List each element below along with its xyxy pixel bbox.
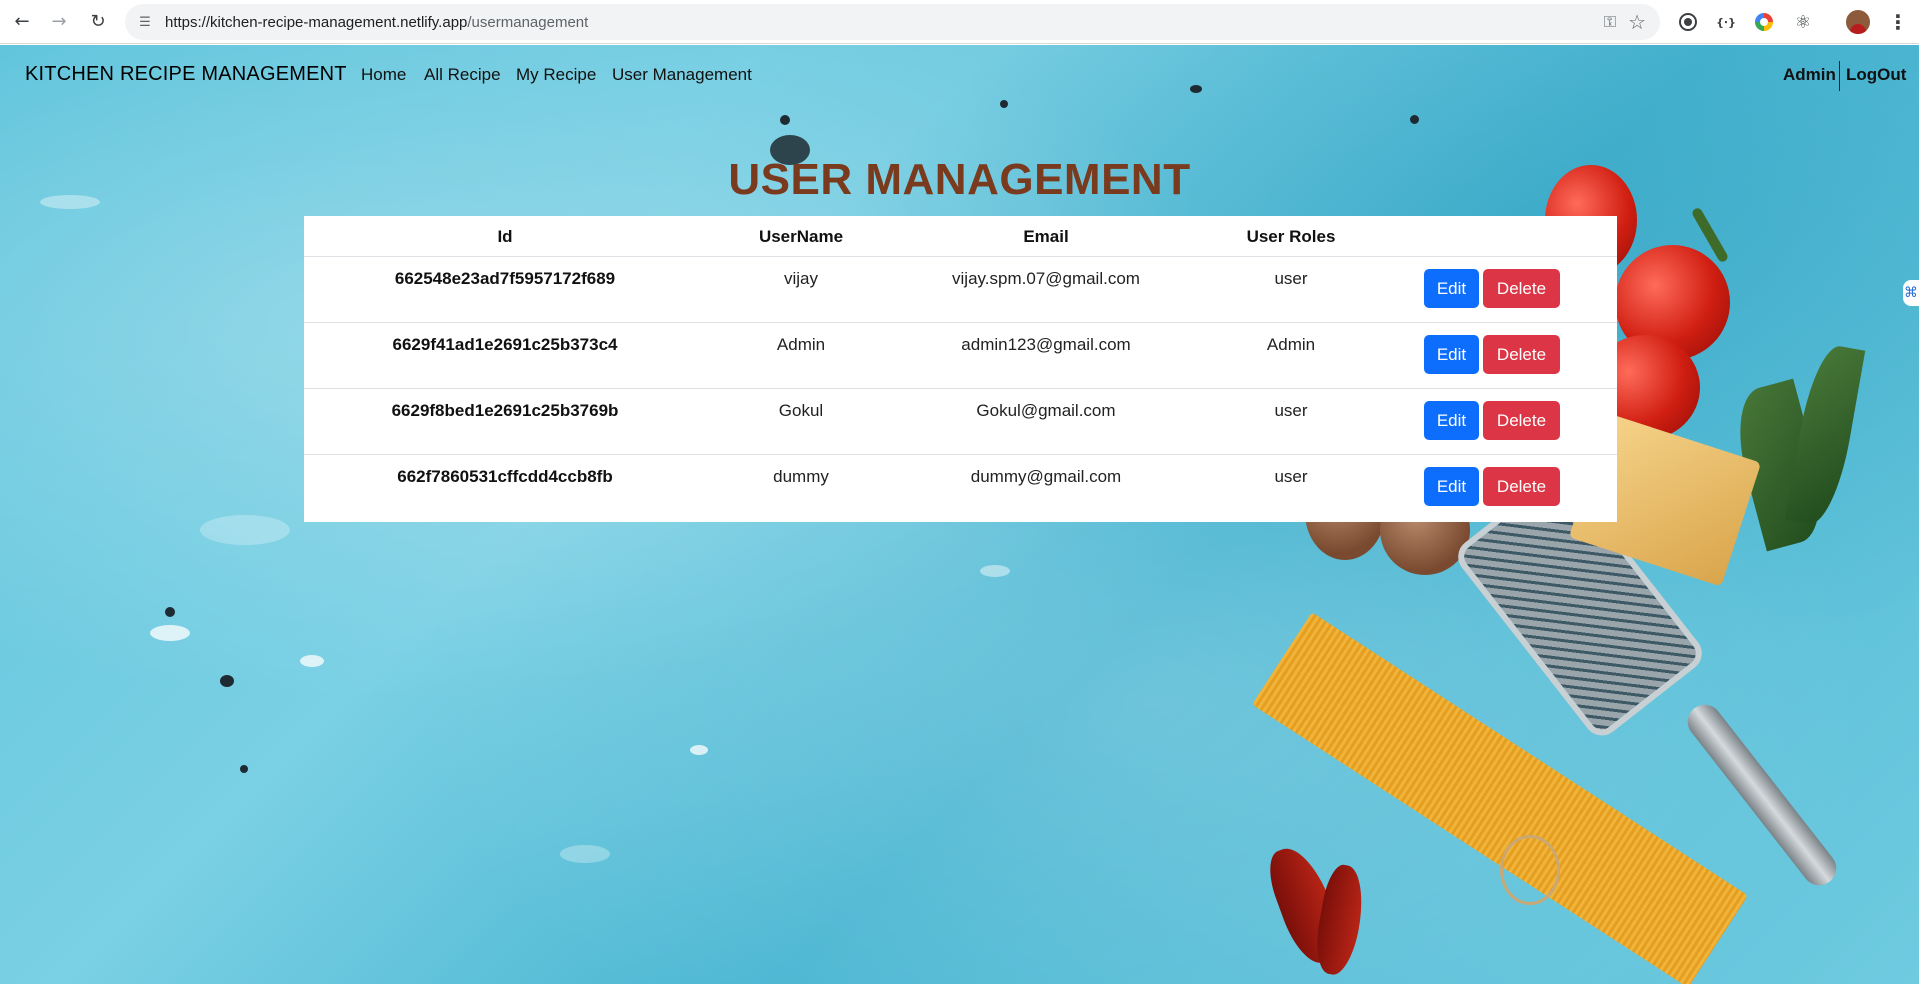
grater-handle bbox=[1680, 697, 1844, 893]
reload-icon[interactable]: ↻ bbox=[84, 8, 112, 36]
nav-my-recipe-link[interactable]: My Recipe bbox=[516, 65, 596, 85]
user-table: Id UserName Email User Roles 662548e23ad… bbox=[304, 216, 1617, 522]
table-row: 6629f41ad1e2691c25b373c4 Admin admin123@… bbox=[304, 323, 1617, 389]
header-email: Email bbox=[1023, 227, 1069, 246]
browser-toolbar: ← → ↻ ☰ https://kitchen-recipe-managemen… bbox=[0, 0, 1919, 44]
cell-email: Gokul@gmail.com bbox=[976, 401, 1116, 420]
table-row: 6629f8bed1e2691c25b3769b Gokul Gokul@gma… bbox=[304, 389, 1617, 455]
paint-splatter bbox=[560, 845, 610, 863]
header-username: UserName bbox=[758, 227, 844, 246]
cell-role: user bbox=[1274, 401, 1308, 420]
nav-logout-link[interactable]: LogOut bbox=[1846, 65, 1906, 85]
kebab-menu-icon[interactable]: ⋮ bbox=[1886, 10, 1910, 34]
delete-button[interactable]: Delete bbox=[1483, 401, 1560, 440]
cell-id: 662f7860531cffcdd4ccb8fb bbox=[397, 467, 613, 486]
twine-knot bbox=[1500, 835, 1560, 905]
cell-id: 6629f8bed1e2691c25b3769b bbox=[391, 401, 619, 420]
cell-username: vijay bbox=[783, 269, 818, 288]
paint-dot bbox=[1410, 115, 1419, 124]
cell-username: dummy bbox=[773, 467, 829, 486]
cell-username: Gokul bbox=[778, 401, 824, 420]
nav-admin-user[interactable]: Admin bbox=[1783, 65, 1836, 85]
page-background: KITCHEN RECIPE MANAGEMENT Home All Recip… bbox=[0, 45, 1919, 984]
edit-button[interactable]: Edit bbox=[1424, 335, 1479, 374]
nav-home-link[interactable]: Home bbox=[361, 65, 406, 85]
side-extension-icon[interactable]: ⌘ bbox=[1903, 280, 1919, 306]
edit-button[interactable]: Edit bbox=[1424, 467, 1479, 506]
paint-dot bbox=[220, 675, 234, 687]
delete-button[interactable]: Delete bbox=[1483, 269, 1560, 308]
password-key-icon[interactable]: ⚿ bbox=[1604, 12, 1616, 32]
delete-button[interactable]: Delete bbox=[1483, 467, 1560, 506]
header-user-roles: User Roles bbox=[1246, 227, 1336, 246]
nav-all-recipe-link[interactable]: All Recipe bbox=[424, 65, 501, 85]
table-row: 662f7860531cffcdd4ccb8fb dummy dummy@gma… bbox=[304, 455, 1617, 521]
url-host: https://kitchen-recipe-management.netlif… bbox=[165, 14, 468, 31]
nav-divider bbox=[1839, 61, 1840, 91]
paint-splatter bbox=[980, 565, 1010, 577]
extensions-puzzle-icon[interactable]: ⚛ bbox=[1791, 10, 1815, 34]
table-row: 662548e23ad7f5957172f689 vijay vijay.spm… bbox=[304, 257, 1617, 323]
back-icon[interactable]: ← bbox=[8, 8, 36, 36]
cell-id: 6629f41ad1e2691c25b373c4 bbox=[392, 335, 618, 354]
paint-splatter bbox=[300, 655, 324, 667]
paint-dot bbox=[165, 607, 175, 617]
paint-dot bbox=[780, 115, 790, 125]
cell-role: Admin bbox=[1266, 335, 1316, 354]
page-title: USER MANAGEMENT bbox=[728, 155, 1191, 204]
app-navbar: KITCHEN RECIPE MANAGEMENT Home All Recip… bbox=[0, 45, 1919, 109]
bookmark-star-icon[interactable]: ☆ bbox=[1628, 10, 1646, 34]
cell-email: dummy@gmail.com bbox=[970, 467, 1122, 486]
url-path: /usermanagement bbox=[467, 14, 589, 31]
table-header: Id UserName Email User Roles bbox=[304, 216, 1617, 257]
profile-avatar-icon[interactable] bbox=[1846, 10, 1870, 34]
paint-splatter bbox=[150, 625, 190, 641]
site-settings-icon[interactable]: ☰ bbox=[135, 12, 155, 32]
paint-splatter bbox=[200, 515, 290, 545]
edit-button[interactable]: Edit bbox=[1424, 269, 1479, 308]
edit-button[interactable]: Edit bbox=[1424, 401, 1479, 440]
record-extension-icon[interactable] bbox=[1676, 10, 1700, 34]
cell-email: admin123@gmail.com bbox=[961, 335, 1131, 354]
delete-button[interactable]: Delete bbox=[1483, 335, 1560, 374]
brand-title[interactable]: KITCHEN RECIPE MANAGEMENT bbox=[25, 63, 347, 86]
color-extension-icon[interactable] bbox=[1752, 10, 1776, 34]
address-bar[interactable]: ☰ https://kitchen-recipe-management.netl… bbox=[125, 4, 1660, 40]
forward-icon[interactable]: → bbox=[45, 8, 73, 36]
paint-dot bbox=[240, 765, 248, 773]
url-text[interactable]: https://kitchen-recipe-management.netlif… bbox=[165, 14, 588, 31]
cell-email: vijay.spm.07@gmail.com bbox=[952, 269, 1140, 288]
cell-id: 662548e23ad7f5957172f689 bbox=[394, 269, 616, 288]
header-id: Id bbox=[497, 227, 513, 246]
paint-splatter bbox=[690, 745, 708, 755]
cell-role: user bbox=[1274, 269, 1308, 288]
code-extension-icon[interactable]: {⋅} bbox=[1714, 10, 1738, 34]
nav-user-management-link[interactable]: User Management bbox=[612, 65, 752, 85]
cell-role: user bbox=[1274, 467, 1308, 486]
cell-username: Admin bbox=[776, 335, 826, 354]
